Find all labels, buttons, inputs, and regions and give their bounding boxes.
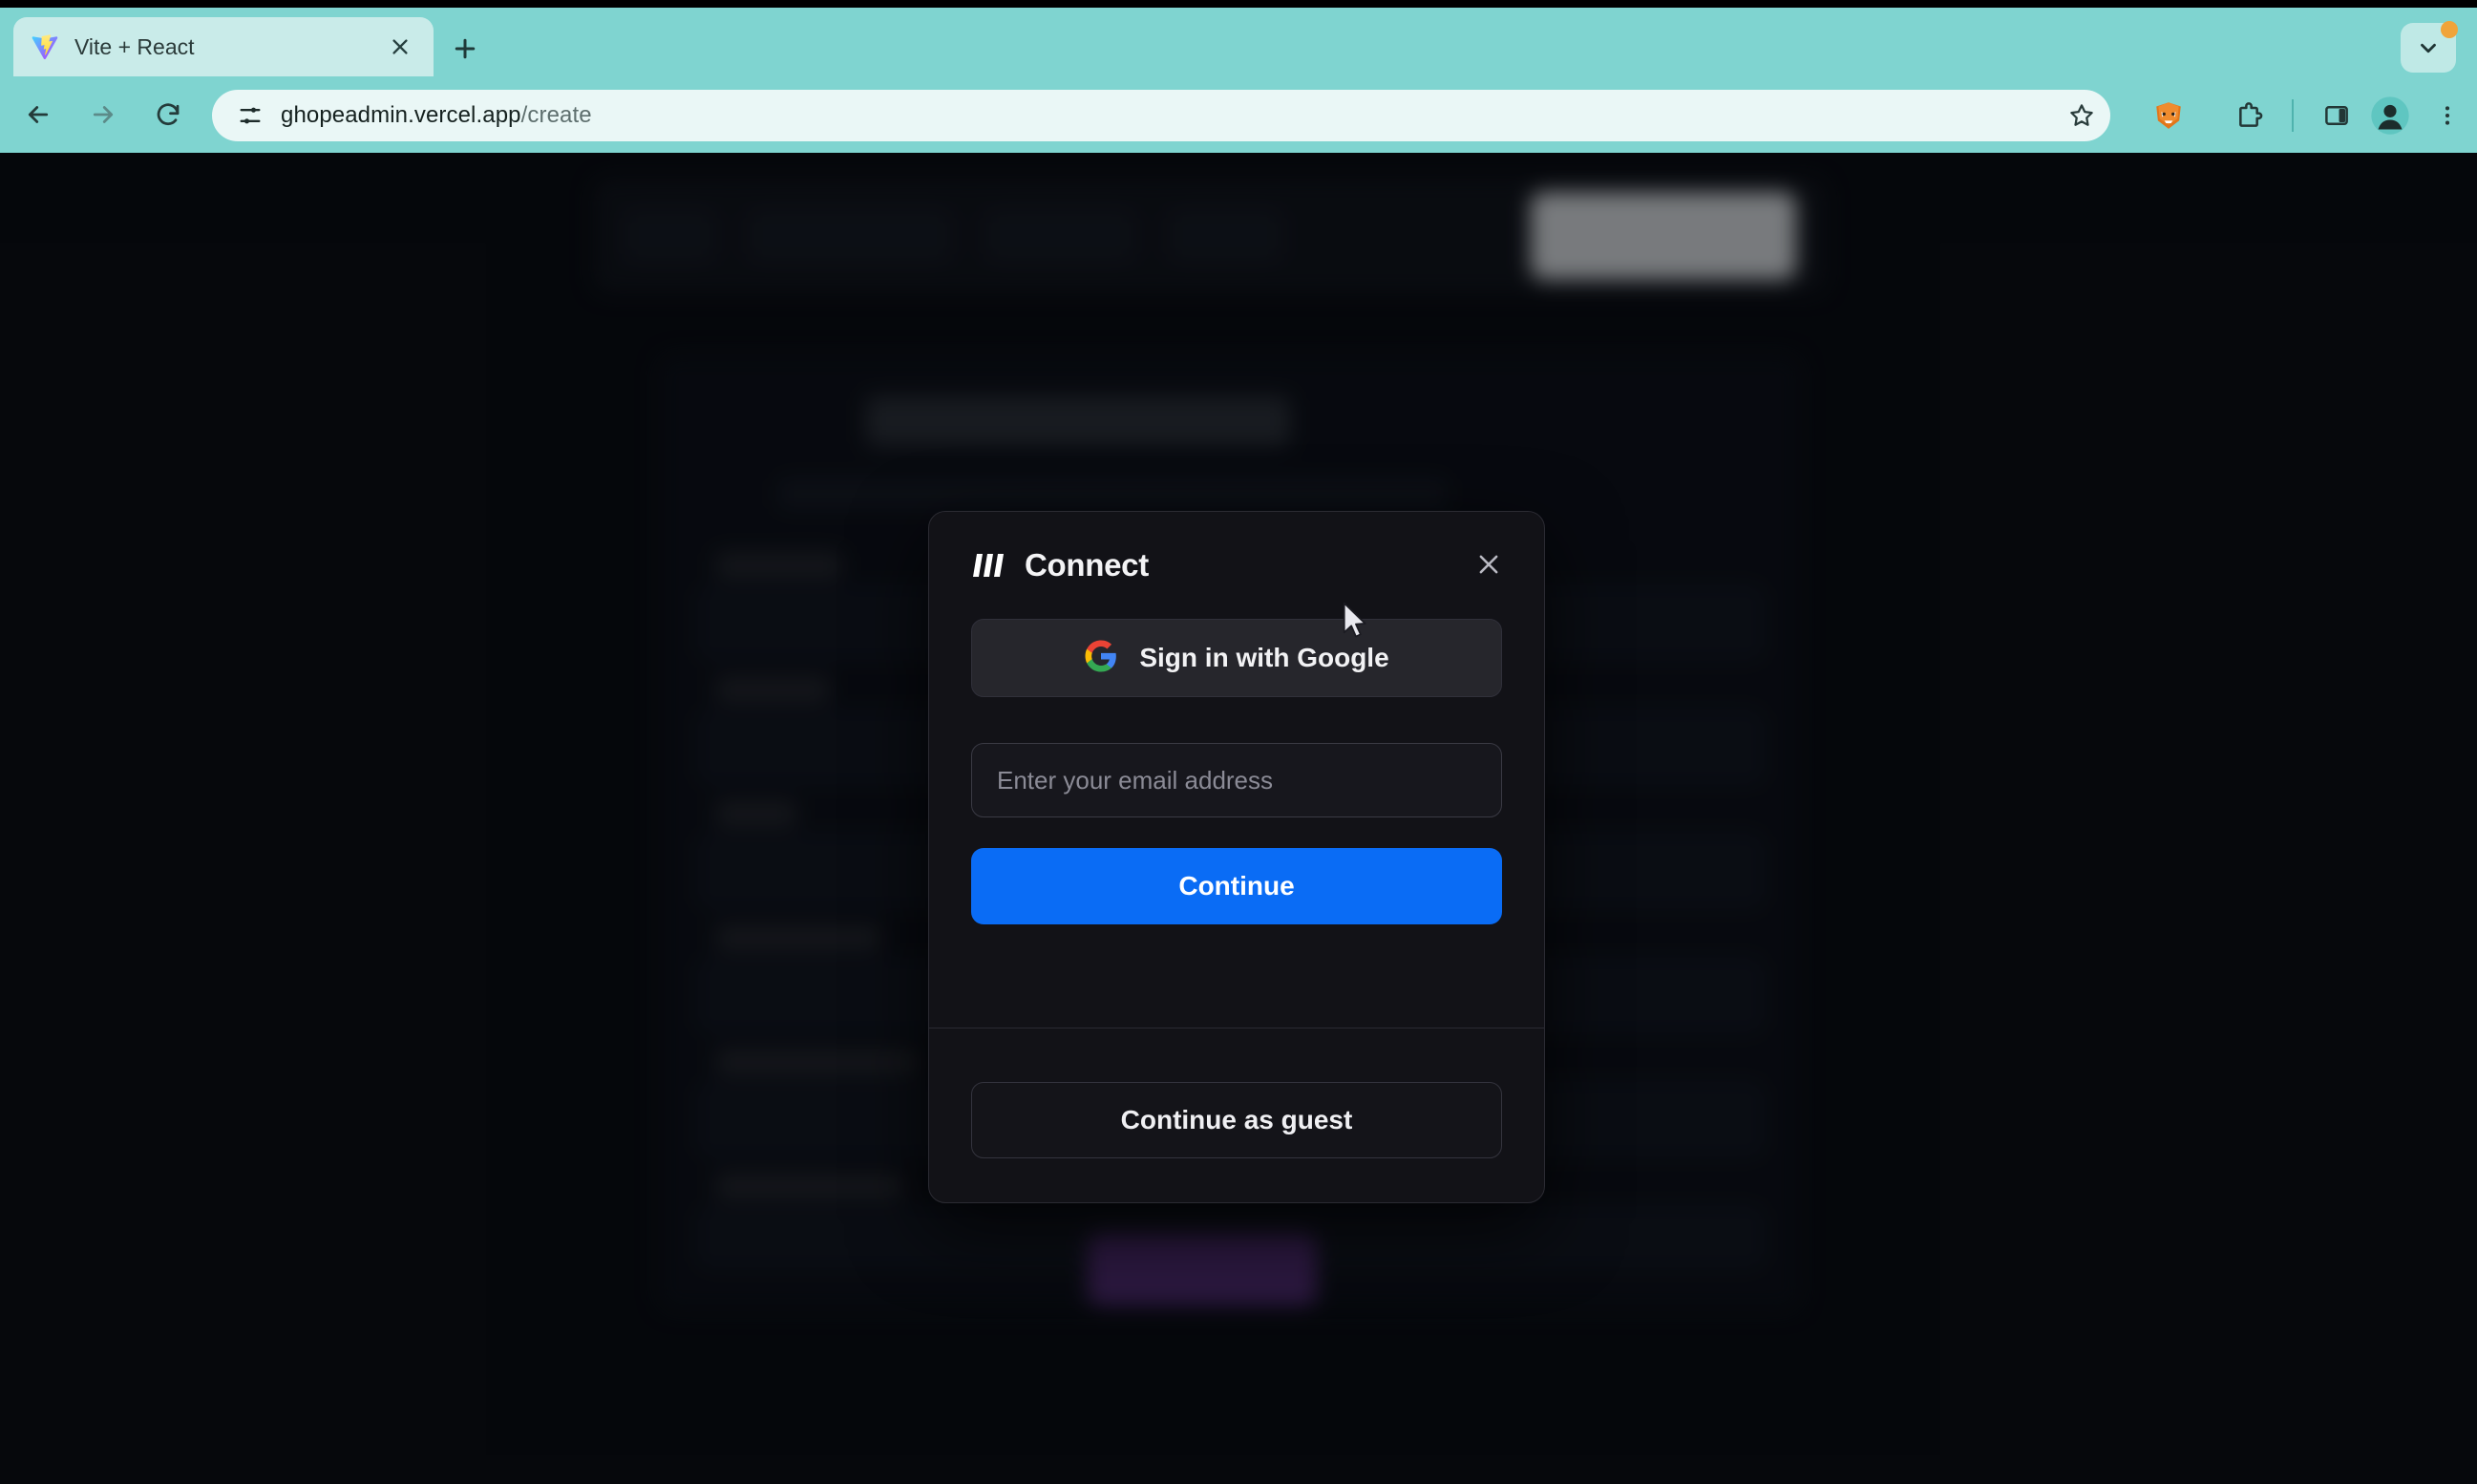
connect-logo-icon — [971, 552, 1011, 579]
vite-logo-icon — [31, 32, 59, 61]
close-icon[interactable] — [1468, 543, 1510, 585]
extensions-puzzle-icon[interactable] — [2227, 94, 2271, 138]
brand: Connect — [971, 547, 1149, 583]
modal-footer: Continue as guest — [929, 1028, 1544, 1158]
three-dot-menu-icon[interactable] — [2425, 94, 2469, 138]
tab-search-button[interactable] — [2401, 21, 2458, 73]
google-button-label: Sign in with Google — [1139, 643, 1389, 672]
browser-toolbar: ghopeadmin.vercel.app/create — [0, 76, 2477, 153]
modal-header: Connect — [929, 512, 1544, 619]
modal-body: Sign in with Google Enter your email add… — [929, 619, 1544, 924]
forward-button[interactable] — [78, 90, 128, 139]
guest-button-label: Continue as guest — [1120, 1105, 1353, 1134]
google-g-icon — [1084, 639, 1118, 678]
tune-sliders-icon[interactable] — [233, 98, 267, 133]
continue-button[interactable]: Continue — [971, 848, 1502, 924]
new-tab-button[interactable] — [445, 29, 485, 69]
address-bar-url: ghopeadmin.vercel.app/create — [281, 102, 592, 129]
star-icon[interactable] — [2063, 96, 2101, 135]
side-panel-icon[interactable] — [2315, 94, 2359, 138]
browser-chrome: Vite + React ghopeadmin.vercel.app/creat… — [0, 0, 2477, 153]
modal-title: Connect — [1025, 547, 1149, 583]
connect-modal: Connect Sign in with Google Enter your e… — [928, 511, 1545, 1203]
update-badge-dot — [2441, 21, 2458, 38]
continue-as-guest-button[interactable]: Continue as guest — [971, 1082, 1502, 1158]
url-path: /create — [520, 102, 592, 128]
tab-close-icon[interactable] — [384, 31, 416, 63]
address-bar[interactable]: ghopeadmin.vercel.app/create — [212, 90, 2110, 141]
metamask-fox-icon[interactable] — [2147, 94, 2191, 138]
sign-in-with-google-button[interactable]: Sign in with Google — [971, 619, 1502, 697]
url-host: ghopeadmin.vercel.app — [281, 102, 521, 128]
email-input-placeholder: Enter your email address — [997, 765, 1274, 795]
continue-button-label: Continue — [1178, 871, 1295, 901]
email-input[interactable]: Enter your email address — [971, 743, 1502, 817]
screen: Vite + React ghopeadmin.vercel.app/creat… — [0, 0, 2477, 1484]
back-button[interactable] — [13, 90, 63, 139]
profile-avatar-icon[interactable] — [2368, 94, 2412, 138]
window-top-edge — [0, 0, 2477, 8]
toolbar-divider — [2292, 99, 2294, 132]
tab-strip: Vite + React — [0, 8, 2477, 76]
browser-tab[interactable]: Vite + React — [13, 17, 434, 76]
tab-title: Vite + React — [74, 33, 195, 59]
reload-button[interactable] — [143, 90, 193, 139]
arrow-pointer-icon — [1341, 602, 1369, 642]
